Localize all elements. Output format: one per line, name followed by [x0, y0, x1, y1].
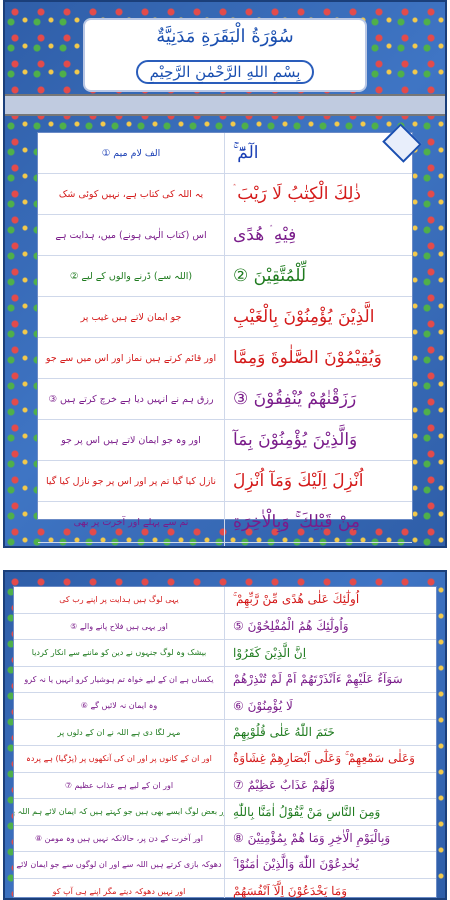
arabic-verse: وَعَلٰى سَمْعِهِمْ ۚ وَعَلٰٓى اَبْصَارِه…: [233, 751, 415, 766]
verse-row: یہی لوگ ہیں ہدایت پر اپنے رب کی اُولٰٓئِك…: [14, 587, 436, 614]
urdu-translation: یہ اللہ کی کتاب ہے، نہیں کوئی شک: [38, 174, 225, 214]
urdu-translation: اور نہیں دھوکہ دیتے مگر اپنے ہی آپ کو: [14, 878, 225, 898]
arabic-verse: وَبِالْيَوْمِ الْاٰخِرِ وَمَا هُمْ بِمُؤ…: [233, 831, 391, 846]
arabic-verse: وَمِنَ النَّاسِ مَنْ يَّقُوْلُ اٰمَنَّا …: [233, 804, 381, 819]
verse-row: اور بعض لوگ ایسے بھی ہیں جو کہتے ہیں کہ …: [14, 799, 436, 826]
urdu-translation: مہر لگا دی ہے اللہ نے ان کے دلوں پر: [14, 719, 225, 745]
verse-row: اس (کتاب الٰہی ہونے) میں، ہدایت ہے فِيْهِ…: [38, 215, 412, 256]
arabic-verse: هُمْ يُوْقِنُوْنَ ④: [225, 543, 412, 546]
arabic-verse: اُولٰٓئِكَ عَلٰى هُدًى مِّنْ رَّبِّهِمْ …: [233, 592, 360, 607]
verse-row: یکساں ہے ان کے لیے خواہ تم ہوشیار کرو ان…: [14, 666, 436, 693]
urdu-translation: یکساں ہے ان کے لیے خواہ تم ہوشیار کرو ان…: [14, 666, 225, 692]
arabic-verse: فِيْهِ ۛ هُدًى: [233, 225, 297, 245]
surah-title: سُوْرَةُ الْبَقَرَةِ مَدَنِيَّةٌ: [156, 26, 294, 48]
arabic-verse: ذٰلِكَ الْكِتٰبُ لَا رَيْبَ ۛ: [233, 184, 361, 204]
urdu-translation: اور وہ جو ایمان لاتے ہیں اس پر جو: [38, 420, 225, 460]
verse-row: دھوکہ بازی کرتے ہیں اللہ سے اور ان لوگوں…: [14, 852, 436, 879]
verse-row: اور ان کے کانوں پر اور ان کی آنکھوں پر (…: [14, 746, 436, 773]
verse-table-page-2: یہی لوگ ہیں ہدایت پر اپنے رب کی اُولٰٓئِك…: [13, 586, 437, 898]
urdu-translation: الف لام میم ①: [38, 133, 225, 173]
arabic-verse: لَا يُؤْمِنُوْنَ ⑥: [233, 698, 293, 713]
decorative-strip: [5, 94, 445, 116]
verse-row: اور یہی ہیں فلاح پانے والے ⑤ وَاُولٰٓئِكَ…: [14, 613, 436, 640]
urdu-translation: اور ان کے لیے ہے عذاب عظیم ⑦: [14, 772, 225, 798]
urdu-translation: اور ان کے کانوں پر اور ان کی آنکھوں پر (…: [14, 746, 225, 772]
urdu-translation: اور قائم کرتے ہیں نماز اور اس میں سے جو: [38, 338, 225, 378]
urdu-translation: اس (کتاب الٰہی ہونے) میں، ہدایت ہے: [38, 215, 225, 255]
verse-row: اور ان کے لیے ہے عذاب عظیم ⑦ وَّلَهُمْ عَ…: [14, 772, 436, 799]
arabic-verse: يُخٰدِعُوْنَ اللّٰهَ وَالَّذِيْنَ اٰمَنُ…: [233, 857, 359, 872]
verse-row: رزق ہم نے انہیں دیا ہے خرچ کرتے ہیں ③ رَز…: [38, 379, 412, 420]
verse-table-page-1: الف لام میم ① الٓمّٓ ۚ یہ اللہ کی کتاب ہے،…: [37, 132, 413, 546]
urdu-translation: اور آخرت کے دن پر، حالانکہ نہیں ہیں وہ م…: [14, 825, 225, 851]
urdu-translation: وہ یقین رکھتے ہیں ④: [38, 543, 225, 546]
arabic-verse: خَتَمَ اللّٰهُ عَلٰى قُلُوْبِهِمْ: [233, 725, 335, 740]
urdu-translation: وہ ایمان نہ لائیں گے ⑥: [14, 693, 225, 719]
arabic-verse: اُنْزِلَ اِلَيْكَ وَمَآ اُنْزِلَ: [233, 471, 364, 491]
urdu-translation: اور یہی ہیں فلاح پانے والے ⑤: [14, 613, 225, 639]
verse-row: اور نہیں دھوکہ دیتے مگر اپنے ہی آپ کو وَم…: [14, 878, 436, 899]
verse-row: وہ یقین رکھتے ہیں ④هُمْ يُوْقِنُوْنَ ④: [38, 543, 412, 546]
verse-row: اور وہ جو ایمان لاتے ہیں اس پر جو وَالَّذ…: [38, 420, 412, 461]
verse-row: نازل کیا گیا تم پر اور اس پر جو نازل کیا…: [38, 461, 412, 502]
arabic-verse: سَوَآءٌ عَلَيْهِمْ ءَاَنْذَرْتَهُمْ اَمْ…: [233, 672, 403, 687]
arabic-verse: مِنْ قَبْلِكَ ۚ وَبِالْاٰخِرَةِ: [233, 512, 360, 532]
urdu-translation: دھوکہ بازی کرتے ہیں اللہ سے اور ان لوگوں…: [14, 852, 225, 878]
verse-row: مہر لگا دی ہے اللہ نے ان کے دلوں پر خَتَم…: [14, 719, 436, 746]
surah-header-panel: سُوْرَةُ الْبَقَرَةِ مَدَنِيَّةٌ بِسْمِ …: [83, 18, 367, 92]
verse-row: الف لام میم ① الٓمّٓ ۚ: [38, 133, 412, 174]
urdu-translation: یہی لوگ ہیں ہدایت پر اپنے رب کی: [14, 587, 225, 613]
urdu-translation: تم سے پہلے اور آخرت پر بھی: [38, 502, 225, 542]
verse-row: اور قائم کرتے ہیں نماز اور اس میں سے جو و…: [38, 338, 412, 379]
verse-row: تم سے پہلے اور آخرت پر بھی مِنْ قَبْلِكَ …: [38, 502, 412, 543]
urdu-translation: بیشک وہ لوگ جنہوں نے دین کو ماننے سے انک…: [14, 640, 225, 666]
verse-row: اور آخرت کے دن پر، حالانکہ نہیں ہیں وہ م…: [14, 825, 436, 852]
quran-page-2: یہی لوگ ہیں ہدایت پر اپنے رب کی اُولٰٓئِك…: [3, 570, 447, 900]
arabic-verse: رَزَقْنٰهُمْ يُنْفِقُوْنَ ③: [233, 389, 357, 409]
verse-row: جو ایمان لاتے ہیں غیب پر الَّذِيْنَ يُؤْم…: [38, 297, 412, 338]
arabic-verse: وَاُولٰٓئِكَ هُمُ الْمُفْلِحُوْنَ ⑤: [233, 619, 349, 634]
bismillah: بِسْمِ اللهِ الرَّحْمٰنِ الرَّحِيْمِ: [135, 59, 315, 84]
arabic-verse: لِّلْمُتَّقِيْنَ ②: [233, 266, 307, 286]
arabic-verse: وَمَا يَخْدَعُوْنَ اِلَّآ اَنْفُسَهُمْ: [233, 884, 348, 899]
urdu-translation: نازل کیا گیا تم پر اور اس پر جو نازل کیا…: [38, 461, 225, 501]
surah-header: سُوْرَةُ الْبَقَرَةِ مَدَنِيَّةٌ بِسْمِ …: [13, 10, 437, 94]
urdu-translation: رزق ہم نے انہیں دیا ہے خرچ کرتے ہیں ③: [38, 379, 225, 419]
arabic-verse: وَّلَهُمْ عَذَابٌ عَظِيْمٌ ⑦: [233, 778, 335, 793]
urdu-translation: جو ایمان لاتے ہیں غیب پر: [38, 297, 225, 337]
quran-page-1: سُوْرَةُ الْبَقَرَةِ مَدَنِيَّةٌ بِسْمِ …: [3, 0, 447, 548]
urdu-translation: اور بعض لوگ ایسے بھی ہیں جو کہتے ہیں کہ …: [14, 799, 225, 825]
arabic-verse: الَّذِيْنَ يُؤْمِنُوْنَ بِالْغَيْبِ: [233, 307, 375, 327]
arabic-verse: وَيُقِيْمُوْنَ الصَّلٰوةَ وَمِمَّا: [233, 348, 382, 368]
verse-row: وہ ایمان نہ لائیں گے ⑥ لَا يُؤْمِنُوْنَ ⑥: [14, 693, 436, 720]
urdu-translation: (اللہ سے) ڈرنے والوں کے لیے ②: [38, 256, 225, 296]
arabic-verse: وَالَّذِيْنَ يُؤْمِنُوْنَ بِمَآ: [233, 430, 358, 450]
verse-row: بیشک وہ لوگ جنہوں نے دین کو ماننے سے انک…: [14, 640, 436, 667]
verse-row: یہ اللہ کی کتاب ہے، نہیں کوئی شک ذٰلِكَ ا…: [38, 174, 412, 215]
arabic-verse: اِنَّ الَّذِيْنَ كَفَرُوْا: [233, 645, 307, 660]
verse-row: (اللہ سے) ڈرنے والوں کے لیے ② لِّلْمُتَّق…: [38, 256, 412, 297]
